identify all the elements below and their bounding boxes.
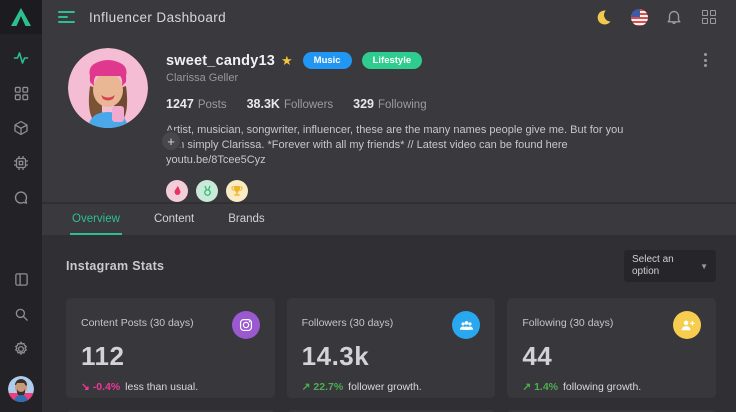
sidebar-item-system[interactable] xyxy=(13,155,29,171)
profile-avatar[interactable] xyxy=(68,48,148,128)
layout-icon xyxy=(14,272,29,287)
stat-cards-grid: Content Posts (30 days) 112 ↘ -0.4%less … xyxy=(66,298,716,412)
card-label: Content Posts (30 days) xyxy=(81,311,194,329)
cpu-icon xyxy=(13,155,29,171)
card-content-posts: Content Posts (30 days) 112 ↘ -0.4%less … xyxy=(66,298,275,398)
apps-icon xyxy=(702,10,716,24)
sidebar-item-messages[interactable] xyxy=(13,190,29,206)
user-plus-icon[interactable] xyxy=(673,311,701,339)
card-label: Followers (30 days) xyxy=(302,311,394,329)
card-value: 14.3k xyxy=(302,341,481,372)
profile-bio: Artist, musician, songwriter, influencer… xyxy=(166,123,631,168)
trend-up-arrow: ↗ 1.4% xyxy=(522,381,558,393)
profile-header: + sweet_candy13 ★ Music Lifestyle Claris… xyxy=(42,34,736,202)
tab-overview[interactable]: Overview xyxy=(70,204,122,235)
activity-icon xyxy=(13,50,29,66)
overview-panel: Instagram Stats Select an option ▼ Conte… xyxy=(42,235,736,412)
category-badge-lifestyle[interactable]: Lifestyle xyxy=(362,52,423,69)
man-avatar-image xyxy=(8,376,34,402)
category-badge-music[interactable]: Music xyxy=(303,52,352,69)
stat-followers: 38.3KFollowers xyxy=(247,97,334,111)
star-icon: ★ xyxy=(281,53,293,69)
section-title: Instagram Stats xyxy=(66,259,164,273)
box-icon xyxy=(13,120,29,136)
page-title: Influencer Dashboard xyxy=(89,10,226,25)
sidebar xyxy=(0,0,42,412)
app-logo[interactable] xyxy=(0,0,42,34)
medal-badge[interactable] xyxy=(196,180,218,202)
followers-icon[interactable] xyxy=(452,311,480,339)
instagram-icon[interactable] xyxy=(232,311,260,339)
card-value: 44 xyxy=(522,341,701,372)
card-trend: ↘ -0.4%less than usual. xyxy=(81,381,260,393)
sidebar-item-search[interactable] xyxy=(13,306,29,322)
language-selector[interactable] xyxy=(630,8,648,26)
stats-filter-dropdown[interactable]: Select an option ▼ xyxy=(624,250,716,282)
triangle-logo-icon xyxy=(10,7,32,27)
tab-brands[interactable]: Brands xyxy=(226,204,266,235)
sidebar-item-activity[interactable] xyxy=(13,50,29,66)
medal-icon xyxy=(202,185,213,197)
sidebar-item-layout[interactable] xyxy=(13,271,29,287)
chat-icon xyxy=(13,190,29,206)
tab-content[interactable]: Content xyxy=(152,204,196,235)
profile-more-menu[interactable] xyxy=(701,50,710,70)
card-followers: Followers (30 days) 14.3k ↗ 22.7%followe… xyxy=(287,298,496,398)
card-trend: ↗ 22.7%follower growth. xyxy=(302,381,481,393)
profile-username: sweet_candy13 xyxy=(166,53,275,69)
add-avatar-button[interactable]: + xyxy=(160,130,182,152)
card-trend: ↗ 1.4%following growth. xyxy=(522,381,701,393)
card-following: Following (30 days) 44 ↗ 1.4%following g… xyxy=(507,298,716,398)
dashboard-grid-icon xyxy=(14,86,29,101)
settings-gear-icon xyxy=(13,341,29,357)
profile-real-name: Clarissa Geller xyxy=(166,72,631,84)
flame-badge[interactable] xyxy=(166,180,188,202)
chevron-down-icon: ▼ xyxy=(700,262,708,271)
trophy-icon xyxy=(231,185,243,197)
sidebar-item-dashboard[interactable] xyxy=(13,85,29,101)
card-label: Following (30 days) xyxy=(522,311,613,329)
bell-icon xyxy=(666,9,682,25)
search-icon xyxy=(14,307,29,322)
trend-down-arrow: ↘ -0.4% xyxy=(81,381,120,393)
sidebar-item-settings[interactable] xyxy=(13,341,29,357)
profile-tabs: Overview Content Brands xyxy=(42,204,736,235)
stat-posts: 1247Posts xyxy=(166,97,227,111)
stat-following: 329Following xyxy=(353,97,426,111)
trend-up-arrow: ↗ 22.7% xyxy=(302,381,344,393)
notifications-button[interactable] xyxy=(665,8,683,26)
flag-us-icon xyxy=(631,9,648,26)
moon-icon xyxy=(596,9,612,25)
current-user-avatar[interactable] xyxy=(8,376,34,402)
sidebar-item-products[interactable] xyxy=(13,120,29,136)
card-value: 112 xyxy=(81,341,260,372)
trophy-badge[interactable] xyxy=(226,180,248,202)
apps-menu-button[interactable] xyxy=(700,8,718,26)
dark-mode-toggle[interactable] xyxy=(595,8,613,26)
flame-icon xyxy=(172,185,183,197)
dropdown-value: Select an option xyxy=(632,254,696,278)
woman-avatar-image xyxy=(68,48,148,128)
topbar: Influencer Dashboard xyxy=(42,0,736,34)
menu-toggle-icon[interactable] xyxy=(58,11,75,23)
